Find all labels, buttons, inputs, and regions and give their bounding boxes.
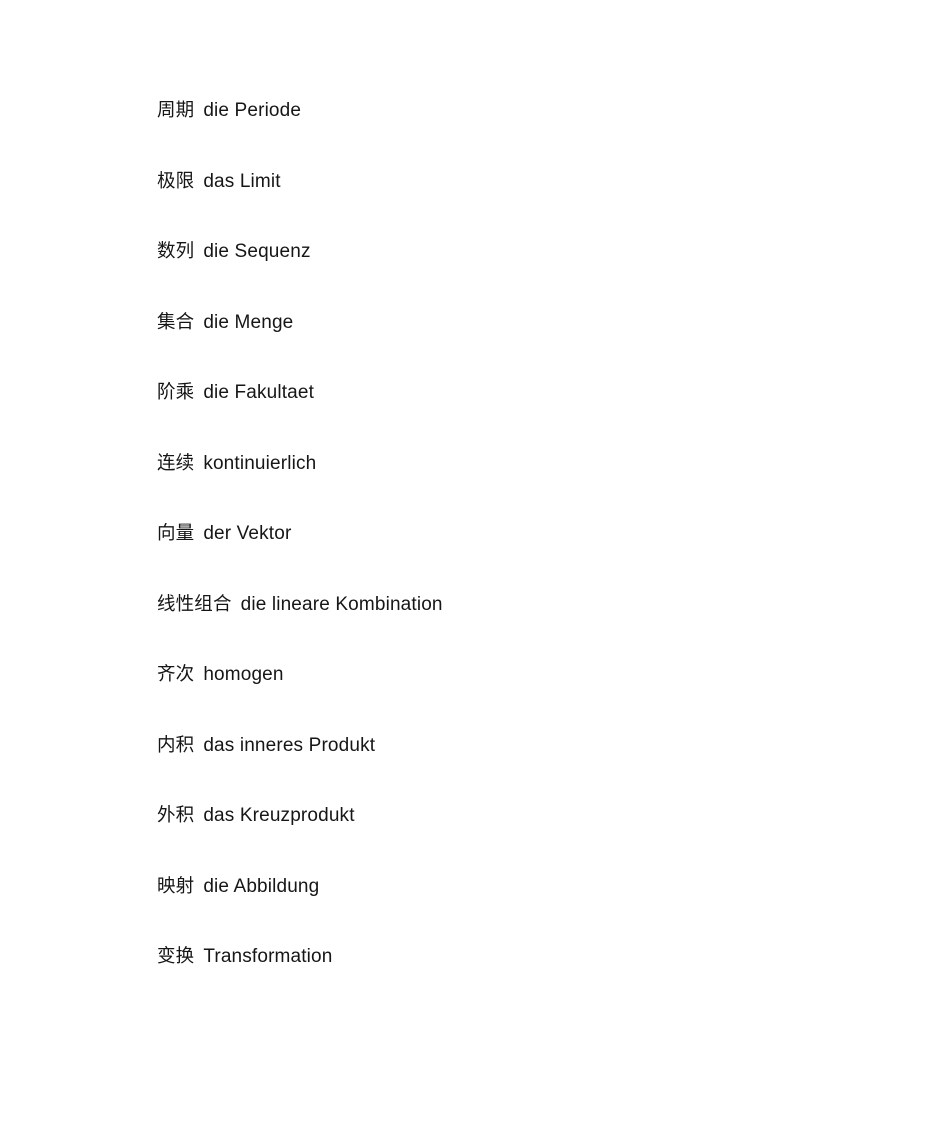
vocabulary-entry: 线性组合 die lineare Kombination (157, 592, 857, 663)
chinese-term: 极限 (157, 170, 195, 192)
vocabulary-entry: 映射 die Abbildung (157, 874, 857, 945)
vocabulary-entry: 向量 der Vektor (157, 521, 857, 592)
vocabulary-entry: 数列 die Sequenz (157, 239, 857, 310)
german-term: die Sequenz (203, 241, 311, 262)
german-term: die Abbildung (203, 875, 320, 897)
vocabulary-entry: 阶乘 die Fakultaet (157, 380, 857, 451)
vocabulary-entry: 极限 das Limit (157, 169, 857, 240)
german-term: das Limit (203, 170, 281, 192)
vocabulary-list: 周期 die Periode 极限 das Limit 数列 die Sequenz … (157, 98, 857, 1015)
german-term: kontinuierlich (203, 452, 317, 474)
vocabulary-entry: 连续 kontinuierlich (157, 451, 857, 522)
german-term: Transformation (203, 946, 333, 967)
german-term: das inneres Produkt (203, 734, 376, 756)
chinese-term: 变换 (157, 946, 195, 967)
chinese-term: 阶乘 (157, 382, 195, 403)
vocabulary-entry: 周期 die Periode (157, 98, 857, 169)
vocabulary-entry: 集合 die Menge (157, 310, 857, 381)
chinese-term: 周期 (157, 100, 195, 121)
german-term: der Vektor (203, 523, 292, 544)
document-page: 周期 die Periode 极限 das Limit 数列 die Sequenz … (0, 0, 945, 1123)
chinese-term: 向量 (157, 523, 195, 544)
chinese-term: 外积 (157, 805, 195, 826)
german-term: homogen (203, 664, 284, 685)
chinese-term: 映射 (157, 875, 195, 897)
chinese-term: 齐次 (157, 664, 195, 685)
chinese-term: 数列 (157, 241, 195, 262)
chinese-term: 连续 (157, 452, 195, 474)
vocabulary-entry: 变换 Transformation (157, 944, 857, 1015)
german-term: die Menge (203, 311, 294, 333)
vocabulary-entry: 外积 das Kreuzprodukt (157, 803, 857, 874)
german-term: die Fakultaet (203, 382, 315, 403)
german-term: die Periode (203, 100, 302, 121)
chinese-term: 内积 (157, 734, 195, 756)
german-term: das Kreuzprodukt (203, 805, 355, 826)
chinese-term: 线性组合 (157, 593, 232, 615)
vocabulary-entry: 齐次 homogen (157, 662, 857, 733)
vocabulary-entry: 内积 das inneres Produkt (157, 733, 857, 804)
german-term: die lineare Kombination (240, 593, 443, 615)
chinese-term: 集合 (157, 311, 195, 333)
